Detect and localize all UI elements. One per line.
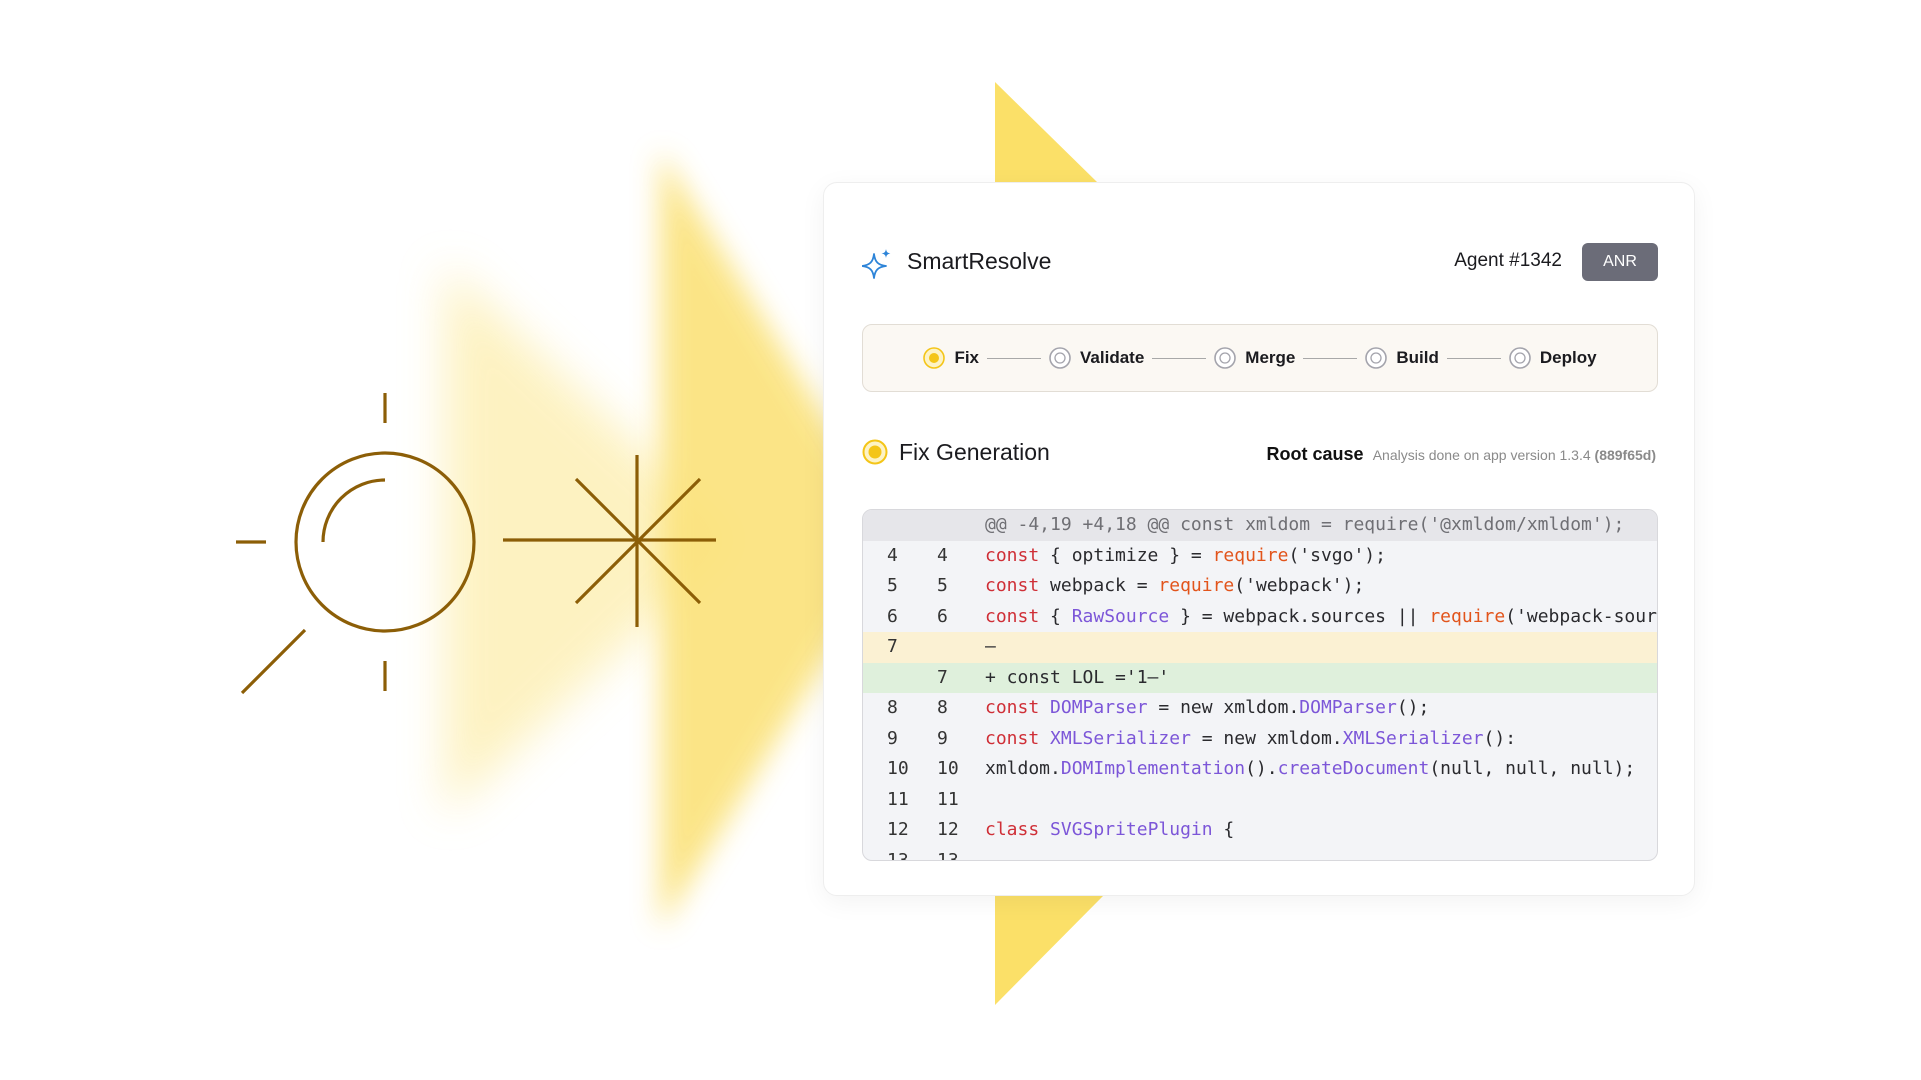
step-deploy[interactable]: Deploy: [1509, 347, 1597, 369]
step-validate[interactable]: Validate: [1049, 347, 1144, 369]
diff-context-line: 8 8 const DOMParser = new xmldom.DOMParser…: [863, 693, 1657, 724]
sun-icon: [236, 393, 476, 695]
code-text: class SVGSpritePlugin {: [985, 819, 1235, 840]
top-triangle: [995, 82, 1097, 182]
section-title: Fix Generation: [899, 439, 1050, 465]
step-label: Deploy: [1539, 348, 1597, 367]
bottom-triangle: [995, 896, 1103, 1005]
old-line-number: 8: [887, 697, 898, 718]
step-radio-icon: [1509, 347, 1531, 369]
anr-badge: ANR: [1582, 243, 1658, 281]
old-line-number: 9: [887, 727, 898, 749]
old-line-number: 7: [887, 636, 898, 657]
code-text: const { RawSource } = webpack.sources ||…: [985, 605, 1657, 627]
step-fix[interactable]: Fix: [923, 347, 979, 369]
step-radio-icon: [1049, 347, 1071, 369]
new-line-number: 12: [937, 819, 959, 840]
old-line-number: 10: [887, 758, 909, 779]
diff-context-line: 10 10 xmldom.DOMImplementation().createDoc…: [863, 754, 1657, 785]
step-build[interactable]: Build: [1365, 347, 1439, 369]
diff-context-line: 4 4 const { optimize } = require('svgo');: [863, 541, 1657, 572]
old-line-number: 13: [887, 849, 909, 861]
new-line-number: 10: [937, 758, 959, 779]
diff-context-line: 13 13: [863, 846, 1657, 861]
step-label: Merge: [1245, 348, 1296, 367]
new-line-number: 8: [937, 697, 948, 718]
code-text: const XMLSerializer = new xmldom.XMLSeri…: [985, 727, 1517, 749]
code-text: const webpack = require('webpack');: [985, 575, 1365, 596]
diff-context-line: 9 9 const XMLSerializer = new xmldom.XMLSe…: [863, 724, 1657, 755]
old-line-number: 5: [887, 575, 898, 596]
new-line-number: 6: [937, 605, 948, 627]
code-text: xmldom.DOMImplementation().createDocumen…: [985, 758, 1636, 779]
fix-generation-status-icon: [862, 439, 888, 465]
step-radio-icon: [1214, 347, 1237, 369]
diff-added-line: 7 + const LOL ='1–': [863, 662, 1657, 693]
commit-hash[interactable]: (889f65d): [1595, 447, 1656, 463]
old-line-number: 12: [887, 819, 909, 840]
app-title: SmartResolve: [907, 248, 1052, 274]
old-line-number: 11: [887, 788, 909, 810]
code-diff[interactable]: @@ -4,19 +4,18 @@ const xmldom = require…: [862, 509, 1658, 861]
step-label: Fix: [954, 348, 980, 367]
code-text: @@ -4,19 +4,18 @@ const xmldom = require…: [985, 514, 1625, 535]
step-radio-icon: [923, 347, 946, 369]
diff-context-line: 11 11: [863, 785, 1657, 816]
step-radio-icon: [1365, 347, 1388, 369]
old-line-number: 6: [887, 605, 898, 627]
new-line-number: 7: [937, 666, 948, 688]
step-connector: [1446, 357, 1501, 359]
code-text: const DOMParser = new xmldom.DOMParser()…: [985, 697, 1430, 718]
new-line-number: 9: [937, 727, 948, 749]
step-merge[interactable]: Merge: [1214, 347, 1295, 369]
card-header: SmartResolve Agent #1342 ANR: [862, 243, 1658, 283]
diff-context-line: 12 12 class SVGSpritePlugin {: [863, 815, 1657, 846]
new-line-number: 13: [937, 849, 959, 861]
root-cause-link[interactable]: Root cause: [1267, 444, 1364, 464]
diff-context-line: 5 5 const webpack = require('webpack');: [863, 571, 1657, 602]
diff-removed-line: 7–: [863, 632, 1657, 663]
smartresolve-card: SmartResolve Agent #1342 ANR Fix Validate…: [823, 182, 1695, 896]
step-connector: [1152, 357, 1207, 359]
diff-hunk-header: @@ -4,19 +4,18 @@ const xmldom = require…: [863, 510, 1657, 541]
step-label: Build: [1396, 348, 1439, 367]
new-line-number: 11: [937, 788, 959, 810]
analysis-text: Analysis done on app version 1.3.4: [1372, 447, 1591, 463]
pipeline-steps: Fix Validate Merge Build Deploy: [862, 324, 1658, 392]
code-text: const { optimize } = require('svgo');: [985, 544, 1386, 566]
new-line-number: 5: [937, 575, 948, 596]
diff-context-line: 6 6 const { RawSource } = webpack.sources …: [863, 602, 1657, 633]
code-text: –: [985, 636, 996, 657]
step-connector: [987, 357, 1042, 359]
sparkle-icon: [862, 249, 891, 279]
agent-label: Agent #1342: [1454, 250, 1562, 271]
root-cause-info: Root cause Analysis done on app version …: [1267, 444, 1656, 465]
old-line-number: 4: [887, 544, 898, 566]
step-connector: [1303, 357, 1358, 359]
new-line-number: 4: [937, 544, 948, 566]
code-text: + const LOL ='1–': [985, 666, 1170, 688]
step-label: Validate: [1080, 348, 1145, 367]
